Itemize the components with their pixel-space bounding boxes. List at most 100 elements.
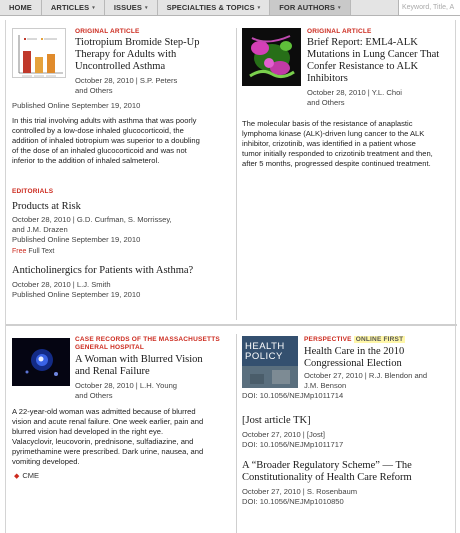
title-line[interactable]: Uncontrolled Asthma <box>75 61 233 73</box>
summary-line: after 5 months, progressed despite conti… <box>242 159 431 168</box>
meta-line: October 28, 2010 | Y.L. Choi <box>307 88 402 97</box>
retina-image-icon <box>12 338 70 386</box>
caption-line: POLICY <box>245 351 283 362</box>
article-title[interactable]: Anticholinergics for Patients with Asthm… <box>12 265 234 277</box>
article-title[interactable]: Tiotropium Bromide Step-Up Therapy for A… <box>75 37 233 73</box>
diamond-icon: ◆ <box>14 472 20 480</box>
summary-line: Valacyclovir, leucovorin, prednisone, su… <box>12 437 194 446</box>
title-line[interactable]: Therapy for Adults with <box>75 49 233 61</box>
title-line[interactable]: Inhibitors <box>307 73 455 85</box>
summary-line: vomiting developed. <box>12 457 80 466</box>
section-divider <box>6 324 457 326</box>
title-line[interactable]: Brief Report: EML4-ALK <box>307 37 455 49</box>
article-summary: The molecular basis of the resistance of… <box>242 119 454 169</box>
column-divider <box>236 334 237 533</box>
kicker-line: CASE RECORDS OF THE MASSACHUSETTS <box>75 336 220 343</box>
article-thumbnail-eye-image[interactable] <box>12 338 70 386</box>
search-placeholder: Keyword, Title, A <box>402 4 455 11</box>
meta-line: and J.M. Drazen <box>12 225 68 234</box>
meta-line: October 28, 2010 | L.J. Smith <box>12 280 111 289</box>
summary-line: lymphoma kinase (ALK)-driven lung cancer… <box>242 129 425 138</box>
editorials-section: EDITORIALS Products at Risk October 28, … <box>12 188 234 300</box>
summary-line: The molecular basis of the resistance of… <box>242 119 413 128</box>
article-title[interactable]: Brief Report: EML4-ALK Mutations in Lung… <box>307 37 455 85</box>
summary-line: In this trial involving adults with asth… <box>12 116 197 125</box>
article-thumbnail-microscopy[interactable] <box>242 28 301 86</box>
summary-line: vision and acute renal failure. One week… <box>12 417 204 426</box>
article-meta: October 27, 2010 | R.J. Blendon and J.M.… <box>304 371 454 391</box>
article-meta: October 27, 2010 | [Jost] DOI: 10.1056/N… <box>242 430 454 450</box>
summary-line: A 22-year-old woman was admitted because… <box>12 407 196 416</box>
meta-line: October 28, 2010 | L.H. Young <box>75 381 178 390</box>
title-line[interactable]: and Renal Failure <box>75 366 235 378</box>
meta-line: October 28, 2010 | S.P. Peters <box>75 76 178 85</box>
doi-text: DOI: 10.1056/NEJMp1011714 <box>242 391 344 400</box>
title-line[interactable]: A Woman with Blurred Vision <box>75 354 235 366</box>
article-meta: October 28, 2010 | G.D. Curfman, S. Morr… <box>12 215 234 245</box>
article-kicker: ORIGINAL ARTICLE <box>307 28 372 35</box>
article-title[interactable]: Health Care in the 2010 Congressional El… <box>304 346 454 370</box>
article-title[interactable]: A Woman with Blurred Vision and Renal Fa… <box>75 354 235 378</box>
article-jost: [Jost article TK] October 27, 2010 | [Jo… <box>242 415 454 450</box>
article-meta: October 28, 2010 | L.H. Young and Others <box>75 381 235 401</box>
full-text-label[interactable]: Full Text <box>28 248 54 255</box>
search-input[interactable]: Keyword, Title, A <box>398 0 460 15</box>
published-date: Published Online September 19, 2010 <box>12 290 141 299</box>
published-date: Published Online September 19, 2010 <box>12 101 141 110</box>
nav-home-label: HOME <box>9 3 32 12</box>
nav-articles-label: ARTICLES <box>50 3 90 12</box>
summary-line: addition of inhaled tiotropium was super… <box>12 136 200 145</box>
meta-line: J.M. Benson <box>304 381 347 390</box>
nav-issues[interactable]: ISSUES ▾ <box>105 0 158 15</box>
title-line[interactable]: A “Broader Regulatory Scheme” — The <box>242 460 454 472</box>
title-line[interactable]: Congressional Election <box>304 358 454 370</box>
cme-link[interactable]: ◆ CME <box>14 471 39 480</box>
nav-home[interactable]: HOME <box>0 0 42 15</box>
nav-specialties[interactable]: SPECIALTIES & TOPICS ▾ <box>158 0 271 15</box>
title-line[interactable]: Confer Resistance to ALK <box>307 61 455 73</box>
nav-articles[interactable]: ARTICLES ▾ <box>42 0 105 15</box>
nav-for-authors[interactable]: FOR AUTHORS ▾ <box>270 0 351 15</box>
chevron-down-icon: ▾ <box>144 4 148 11</box>
content-frame: ORIGINAL ARTICLE Tiotropium Bromide Step… <box>5 20 457 533</box>
article-header-eml4-alk: ORIGINAL ARTICLE Brief Report: EML4-ALK … <box>307 28 455 108</box>
article-title[interactable]: [Jost article TK] <box>242 415 454 427</box>
kicker-label: PERSPECTIVE <box>304 336 352 343</box>
free-badge: Free <box>12 248 27 255</box>
section-heading: EDITORIALS <box>12 188 54 195</box>
article-header-health-care-election: PERSPECTIVE ONLINE FIRST Health Care in t… <box>304 336 454 391</box>
thumbnail-caption: HEALTH POLICY <box>245 342 285 362</box>
article-body-tiotropium: Published Online September 19, 2010 In t… <box>12 101 234 166</box>
title-line[interactable]: Health Care in the 2010 <box>304 346 454 358</box>
title-line[interactable]: Constitutionality of Health Care Reform <box>242 472 454 484</box>
meta-line: October 27, 2010 | S. Rosenbaum <box>242 487 358 496</box>
article-title[interactable]: A “Broader Regulatory Scheme” — The Cons… <box>242 460 454 484</box>
article-thumbnail-health-policy[interactable]: HEALTH POLICY <box>242 336 298 388</box>
summary-line: inhibitor, crizotinib, was identified in… <box>242 139 416 148</box>
top-nav: HOME ARTICLES ▾ ISSUES ▾ SPECIALTIES & TOP… <box>0 0 460 16</box>
article-title[interactable]: Products at Risk <box>12 201 234 213</box>
cme-label[interactable]: CME <box>22 471 39 480</box>
meta-line: October 28, 2010 | G.D. Curfman, S. Morr… <box>12 215 172 224</box>
summary-line: of the dose of an inhaled glucocorticoid… <box>12 146 187 155</box>
online-first-badge: ONLINE FIRST <box>353 336 406 343</box>
nav-specialties-label: SPECIALTIES & TOPICS <box>166 3 255 12</box>
title-line[interactable]: Tiotropium Bromide Step-Up <box>75 37 233 49</box>
article-thumbnail-chart[interactable] <box>12 28 66 78</box>
full-text-link[interactable]: Free Full Text <box>12 247 234 257</box>
article-header-case-record: CASE RECORDS OF THE MASSACHUSETTS GENERA… <box>75 336 235 401</box>
title-line[interactable]: Mutations in Lung Cancer That <box>307 49 455 61</box>
article-header-tiotropium: ORIGINAL ARTICLE Tiotropium Bromide Step… <box>75 28 233 96</box>
article-meta: October 28, 2010 | S.P. Peters and Other… <box>75 76 233 96</box>
column-divider <box>236 28 237 320</box>
chevron-down-icon: ▾ <box>338 4 341 11</box>
summary-line: pyrimethamine were prescribed. Dark urin… <box>12 447 204 456</box>
article-kicker: PERSPECTIVE ONLINE FIRST <box>304 336 454 344</box>
nav-issues-label: ISSUES <box>113 3 142 12</box>
bar-chart-icon <box>18 35 63 77</box>
chevron-down-icon: ▾ <box>92 4 95 11</box>
article-kicker: CASE RECORDS OF THE MASSACHUSETTS GENERA… <box>75 336 235 352</box>
meta-line: October 27, 2010 | R.J. Blendon and <box>304 371 428 380</box>
summary-line: inferior to the addition of inhaled salm… <box>12 156 160 165</box>
article-meta: October 27, 2010 | S. Rosenbaum DOI: 10.… <box>242 487 454 507</box>
